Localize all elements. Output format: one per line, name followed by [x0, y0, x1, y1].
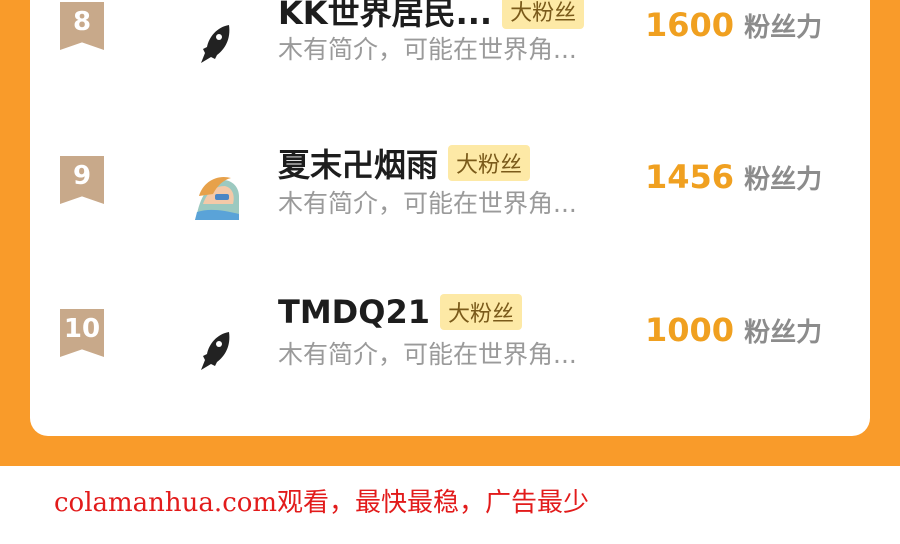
user-name[interactable]: TMDQ21	[278, 293, 430, 331]
fan-power-score: 1600 粉丝力	[645, 6, 822, 44]
ranking-row[interactable]: 8 KK世界居民... 大粉丝 木有简介，可能在世界角... 1600 粉丝力	[30, 0, 870, 120]
score-value: 1600	[645, 6, 735, 44]
user-name[interactable]: KK世界居民...	[278, 0, 492, 34]
rocket-icon	[190, 20, 240, 70]
score-unit: 粉丝力	[744, 165, 823, 195]
fan-ranking-card: 8 KK世界居民... 大粉丝 木有简介，可能在世界角... 1600 粉丝力 …	[30, 0, 870, 436]
rank-ribbon: 8	[60, 2, 104, 50]
score-unit: 粉丝力	[744, 13, 823, 43]
rank-ribbon: 10	[60, 309, 104, 357]
rank-ribbon: 9	[60, 156, 104, 204]
footer-watermark-text: colamanhua.com观看，最快最稳，广告最少	[54, 488, 590, 518]
fan-level-badge: 大粉丝	[439, 294, 522, 330]
score-value: 1000	[645, 311, 735, 349]
anime-avatar-image	[192, 172, 242, 222]
fan-power-score: 1000 粉丝力	[645, 311, 822, 349]
user-name-line: KK世界居民... 大粉丝	[278, 0, 585, 34]
user-intro: 木有简介，可能在世界角...	[278, 35, 577, 64]
user-name-line: TMDQ21 大粉丝	[278, 293, 522, 331]
user-name[interactable]: 夏末卍烟雨	[278, 140, 438, 186]
user-intro: 木有简介，可能在世界角...	[278, 189, 577, 218]
fan-level-badge: 大粉丝	[502, 0, 585, 29]
rocket-icon	[190, 327, 240, 377]
ranking-row[interactable]: 10 TMDQ21 大粉丝 木有简介，可能在世界角... 1000 粉丝力	[30, 275, 870, 425]
ranking-row[interactable]: 9 夏末卍烟雨 大粉丝 木有简介，可能在世界角... 1456 粉丝力	[30, 122, 870, 272]
user-name-line: 夏末卍烟雨 大粉丝	[278, 140, 531, 186]
score-unit: 粉丝力	[744, 318, 823, 348]
score-value: 1456	[645, 158, 735, 196]
fan-level-badge: 大粉丝	[448, 145, 531, 181]
user-intro: 木有简介，可能在世界角...	[278, 340, 577, 369]
fan-power-score: 1456 粉丝力	[645, 158, 822, 196]
